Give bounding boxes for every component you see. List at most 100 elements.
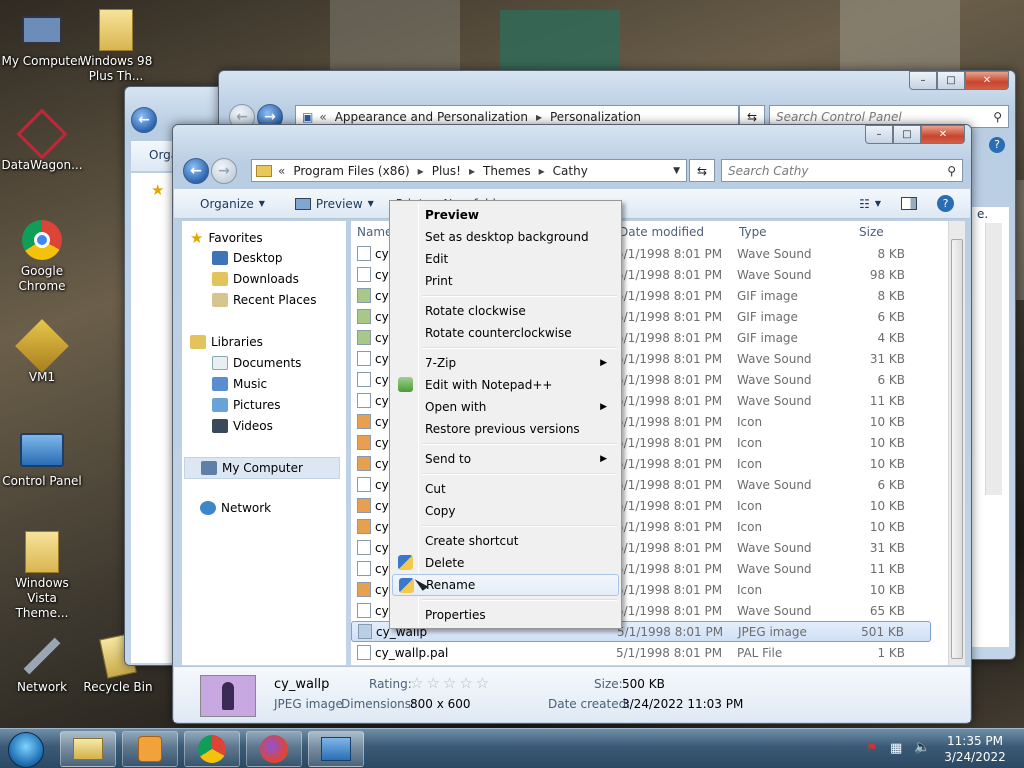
star-icon: ★: [151, 181, 165, 199]
nav-documents[interactable]: Documents: [212, 356, 301, 370]
menu-item-rotate-clockwise[interactable]: Rotate clockwise: [392, 300, 619, 322]
file-icon: [357, 456, 371, 471]
menu-item-print[interactable]: Print: [392, 270, 619, 292]
view-icon: ☷: [859, 196, 870, 211]
details-pane: cy_wallp JPEG image Rating: ☆☆☆☆☆ Dimens…: [174, 666, 970, 722]
menu-item-edit[interactable]: Edit: [392, 248, 619, 270]
desktop-icon-datawagon[interactable]: DataWagon...: [0, 108, 84, 173]
nav-pictures[interactable]: Pictures: [212, 398, 281, 412]
control-panel-icon: ▣: [302, 109, 314, 124]
column-name[interactable]: Name: [357, 221, 392, 243]
breadcrumb-plus[interactable]: Plus!: [432, 164, 461, 178]
menu-item-create-shortcut[interactable]: Create shortcut: [392, 530, 619, 552]
nav-network[interactable]: Network: [200, 501, 271, 515]
menu-item-cut[interactable]: Cut: [392, 478, 619, 500]
menu-item-set-as-desktop-background[interactable]: Set as desktop background: [392, 226, 619, 248]
file-icon: [357, 498, 371, 513]
taskbar-chrome-button[interactable]: [184, 731, 240, 767]
menu-item-7-zip[interactable]: 7-Zip ▶: [392, 352, 619, 374]
menu-item-properties[interactable]: Properties: [392, 604, 619, 626]
back-button[interactable]: ←: [131, 107, 157, 133]
file-icon: [357, 519, 371, 534]
nav-music[interactable]: Music: [212, 377, 267, 391]
desktop-icon-windows98[interactable]: Windows 98 Plus Th...: [74, 8, 158, 84]
menu-item-restore-previous-versions[interactable]: Restore previous versions: [392, 418, 619, 440]
back-button[interactable]: ←: [183, 158, 209, 184]
minimize-button[interactable]: –: [909, 71, 937, 90]
nav-recent-places[interactable]: Recent Places: [212, 293, 316, 307]
preview-icon: [294, 197, 311, 210]
libraries-icon: [190, 335, 206, 349]
desktop-icon-vista-theme[interactable]: Windows Vista Theme...: [0, 530, 84, 621]
chrome-icon: [19, 218, 65, 262]
shield-icon: [399, 578, 414, 593]
desktop-icon-network[interactable]: Network: [0, 634, 84, 695]
desktop-icon-vm1[interactable]: VM1: [0, 319, 84, 385]
clock[interactable]: 11:35 PM 3/24/2022: [940, 733, 1010, 765]
folder-icon: [93, 8, 139, 52]
breadcrumb-themes[interactable]: Themes: [483, 164, 531, 178]
nav-downloads[interactable]: Downloads: [212, 272, 299, 286]
nav-favorites[interactable]: ★ Favorites: [190, 229, 263, 247]
file-icon: [357, 372, 371, 387]
close-button[interactable]: ✕: [921, 125, 965, 144]
minimize-button[interactable]: –: [865, 125, 893, 144]
breadcrumb-personalization[interactable]: Personalization: [550, 110, 641, 124]
file-icon: [357, 540, 371, 555]
scrollbar[interactable]: [948, 221, 965, 665]
help-icon[interactable]: ?: [989, 137, 1005, 153]
menu-item-copy[interactable]: Copy: [392, 500, 619, 522]
desktop-icon-chrome[interactable]: Google Chrome: [0, 218, 84, 294]
maximize-button[interactable]: □: [893, 125, 921, 144]
network-status-icon[interactable]: ▦: [890, 741, 902, 756]
dropdown-arrow-icon[interactable]: ▼: [673, 166, 680, 176]
breadcrumb-program-files[interactable]: Program Files (x86): [293, 164, 409, 178]
forward-button[interactable]: →: [211, 158, 237, 184]
detail-filename: cy_wallp: [274, 677, 330, 692]
preview-pane-button[interactable]: [891, 197, 927, 210]
file-row[interactable]: cy_wallp.pal 5/1/1998 8:01 PM PAL File 1 KB: [351, 642, 931, 663]
close-button[interactable]: ✕: [965, 71, 1009, 90]
taskbar-firefox-button[interactable]: [246, 731, 302, 767]
scrollbar[interactable]: [985, 223, 1002, 495]
menu-item-preview[interactable]: Preview: [392, 204, 619, 226]
preview-button[interactable]: Preview ▼: [285, 197, 384, 211]
nav-my-computer[interactable]: My Computer: [184, 457, 340, 479]
taskbar-media-button[interactable]: [122, 731, 178, 767]
nav-libraries[interactable]: Libraries: [190, 335, 263, 349]
file-icon: [357, 330, 371, 345]
menu-item-open-with[interactable]: Open with ▶: [392, 396, 619, 418]
address-bar[interactable]: « Program Files (x86) ▸ Plus! ▸ Themes ▸…: [251, 159, 687, 182]
help-button[interactable]: ?: [927, 195, 964, 212]
breadcrumb-appearance[interactable]: Appearance and Personalization: [335, 110, 528, 124]
search-input[interactable]: Search Cathy ⚲: [721, 159, 963, 182]
nav-desktop[interactable]: Desktop: [212, 251, 283, 265]
desktop-icon-control-panel[interactable]: Control Panel: [0, 428, 84, 489]
desktop-icon-my-computer[interactable]: My Computer: [0, 8, 84, 69]
taskbar-explorer-button[interactable]: [60, 731, 116, 767]
videos-icon: [212, 419, 228, 433]
menu-item-rotate-counterclockwise[interactable]: Rotate counterclockwise: [392, 322, 619, 344]
my-computer-icon: [19, 8, 65, 52]
preview-pane-icon: [901, 197, 917, 210]
refresh-button[interactable]: ⇆: [689, 159, 715, 182]
maximize-button[interactable]: □: [937, 71, 965, 90]
start-button[interactable]: [8, 732, 44, 768]
taskbar-control-panel-button[interactable]: [308, 731, 364, 767]
menu-item-send-to[interactable]: Send to ▶: [392, 448, 619, 470]
organize-button[interactable]: Organize ▼: [190, 197, 275, 211]
menu-item-delete[interactable]: Delete: [392, 552, 619, 574]
column-type[interactable]: Type: [739, 221, 767, 243]
column-date-modified[interactable]: Date modified: [619, 221, 704, 243]
nav-videos[interactable]: Videos: [212, 419, 273, 433]
rating-stars[interactable]: ☆☆☆☆☆: [410, 674, 492, 692]
scrollbar-thumb[interactable]: [951, 239, 963, 659]
volume-icon[interactable]: 🔈: [914, 740, 930, 755]
view-options-button[interactable]: ☷ ▼: [849, 197, 891, 211]
network-icon: [200, 501, 216, 515]
column-size[interactable]: Size: [859, 221, 884, 243]
control-panel-icon: [19, 428, 65, 472]
menu-item-edit-with-notepad[interactable]: Edit with Notepad++: [392, 374, 619, 396]
breadcrumb-cathy[interactable]: Cathy: [553, 164, 588, 178]
action-center-icon[interactable]: ⚑: [866, 741, 878, 756]
